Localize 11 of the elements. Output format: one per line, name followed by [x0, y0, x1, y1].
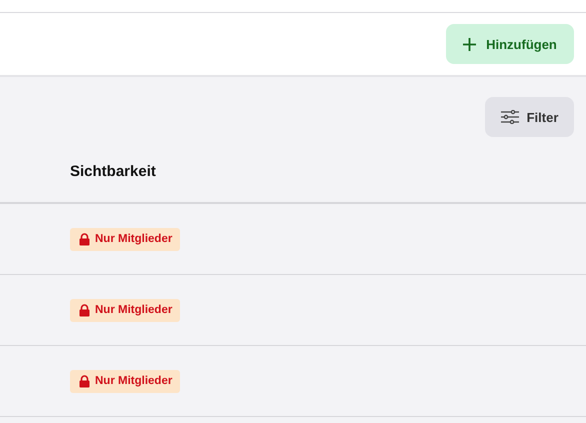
visibility-badge: Nur Mitglieder — [70, 370, 180, 392]
column-header: Sichtbarkeit — [70, 163, 156, 180]
lock-icon — [79, 304, 90, 316]
sliders-icon — [500, 110, 519, 124]
filter-button[interactable]: Filter — [485, 97, 574, 137]
visibility-badge: Nur Mitglieder — [70, 228, 180, 250]
lock-icon — [79, 232, 90, 246]
visibility-badge: Nur Mitglieder — [70, 298, 180, 322]
add-button[interactable]: Hinzufügen — [446, 24, 574, 64]
plus-icon — [463, 38, 476, 50]
lock-icon — [79, 374, 90, 388]
